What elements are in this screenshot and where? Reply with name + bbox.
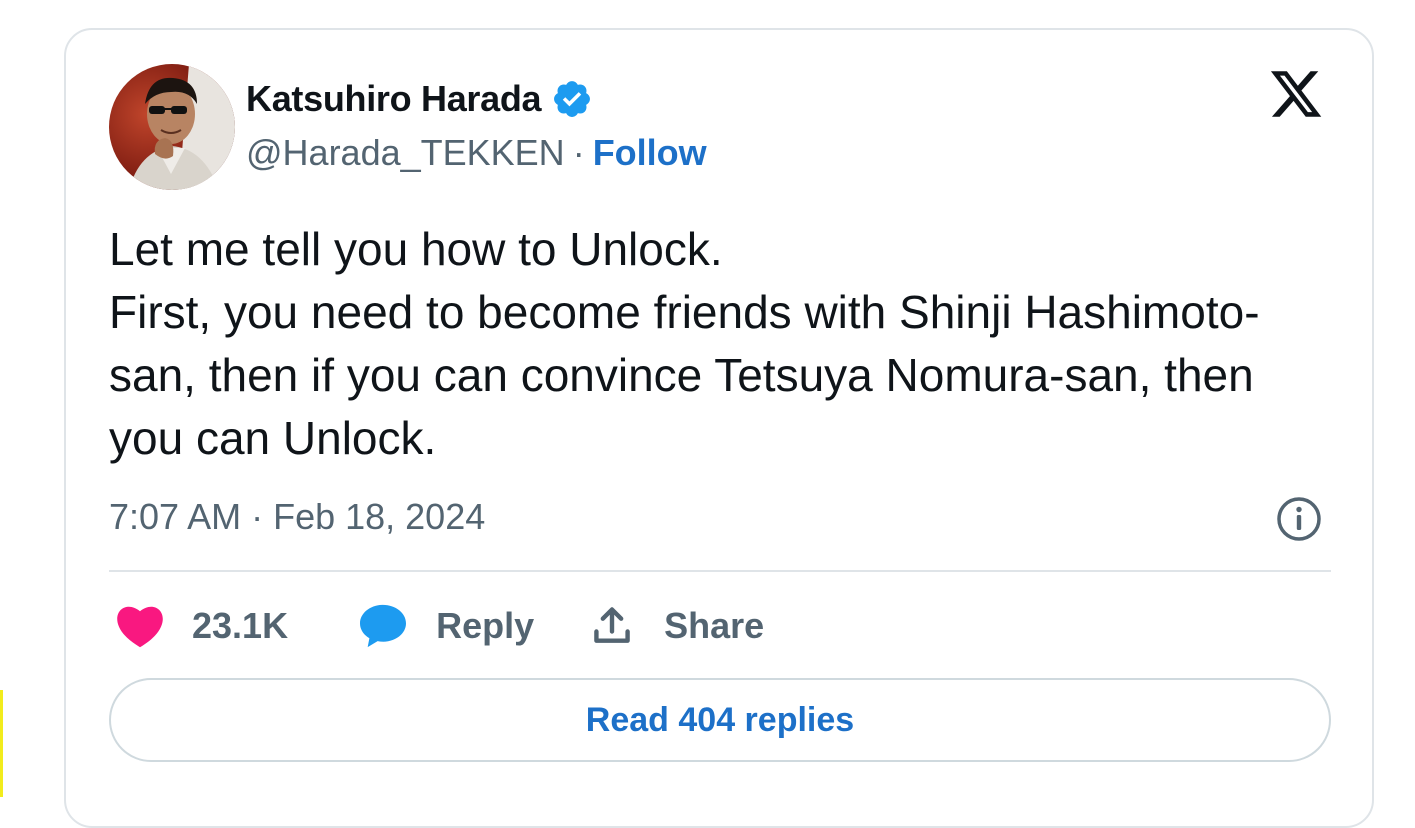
tweet-actions: 23.1K Reply Share bbox=[116, 598, 764, 654]
tweet-timestamp[interactable]: 7:07 AM · Feb 18, 2024 bbox=[109, 496, 485, 538]
author-handle-row: @Harada_TEKKEN · Follow bbox=[246, 132, 707, 174]
tweet-card[interactable]: Katsuhiro Harada @Harada_TEKKEN · Follow… bbox=[64, 28, 1374, 828]
share-upload-icon bbox=[594, 607, 630, 643]
x-logo-icon[interactable] bbox=[1266, 66, 1326, 122]
follow-button[interactable]: Follow bbox=[593, 132, 707, 174]
author-handle[interactable]: @Harada_TEKKEN bbox=[246, 132, 565, 174]
share-label: Share bbox=[664, 605, 765, 646]
left-edge-strip bbox=[0, 690, 3, 797]
likes-count: 23.1K bbox=[192, 605, 289, 646]
info-icon[interactable] bbox=[1276, 496, 1322, 542]
separator-dot: · bbox=[572, 132, 585, 173]
reply-label: Reply bbox=[436, 605, 535, 646]
avatar-image bbox=[109, 64, 235, 190]
author-name-row: Katsuhiro Harada bbox=[246, 78, 593, 120]
author-display-name[interactable]: Katsuhiro Harada bbox=[246, 78, 542, 120]
heart-icon bbox=[117, 606, 163, 648]
divider bbox=[109, 570, 1331, 572]
avatar[interactable] bbox=[109, 64, 235, 190]
read-replies-button[interactable]: Read 404 replies bbox=[109, 678, 1331, 762]
reply-button[interactable]: Reply bbox=[358, 603, 534, 649]
speech-bubble-icon bbox=[360, 604, 407, 648]
tweet-text: Let me tell you how to Unlock. First, yo… bbox=[109, 223, 1260, 464]
verified-badge-icon bbox=[554, 81, 591, 117]
like-button[interactable]: 23.1K bbox=[116, 604, 288, 648]
share-button[interactable]: Share bbox=[590, 604, 764, 648]
